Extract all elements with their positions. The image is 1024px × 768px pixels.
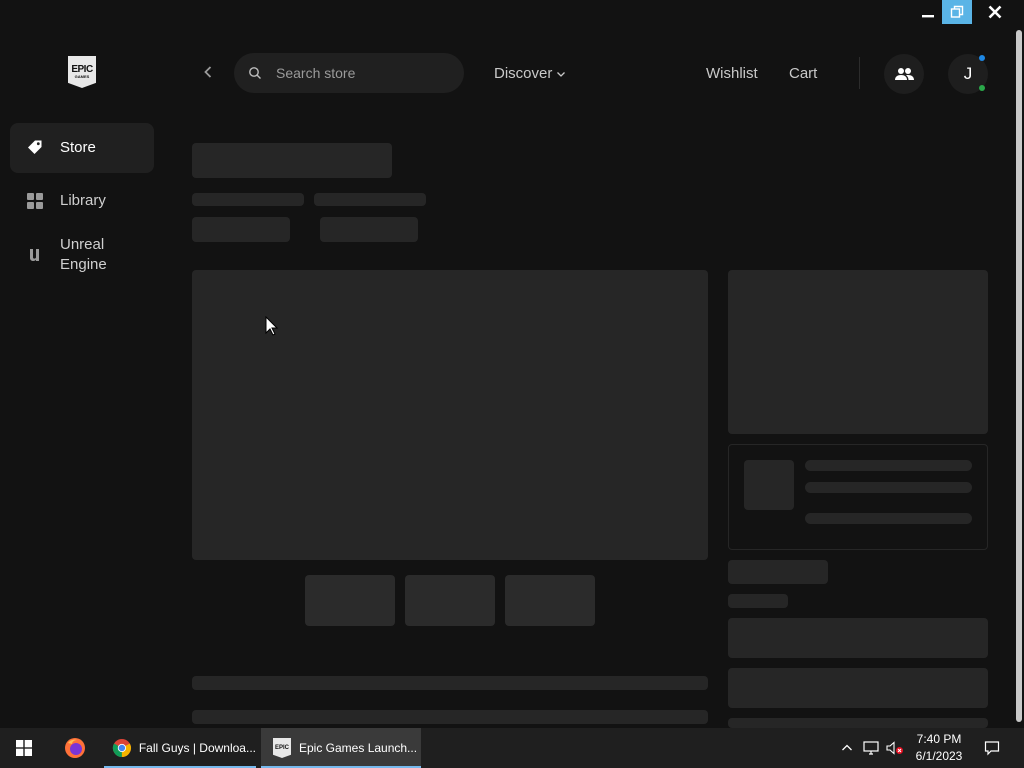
clock-time: 7:40 PM	[916, 732, 962, 746]
skeleton-thumbnail	[305, 575, 395, 626]
sidebar-item-label: Unreal Engine	[60, 236, 107, 273]
notification-dot	[979, 55, 985, 61]
skeleton-price	[728, 560, 828, 584]
logo-text-epic: EPIC	[71, 64, 93, 75]
skeleton-line	[728, 594, 788, 608]
taskbar-epic-games[interactable]: EPIC Epic Games Launch...	[261, 728, 421, 768]
skeleton-tag	[192, 217, 290, 242]
cart-link[interactable]: Cart	[789, 65, 817, 82]
grid-icon	[10, 193, 60, 209]
header-divider	[859, 57, 860, 89]
mouse-cursor-icon	[265, 316, 279, 336]
taskbar-app-label: Epic Games Launch...	[299, 741, 418, 755]
action-center-button[interactable]	[976, 728, 1008, 768]
sidebar-item-store[interactable]: Store	[10, 123, 154, 173]
sidebar-item-library[interactable]: Library	[10, 176, 154, 226]
friends-icon	[895, 68, 914, 80]
chrome-icon	[112, 738, 131, 758]
skeleton-button	[728, 668, 988, 708]
network-icon	[863, 741, 879, 755]
online-status-dot	[979, 85, 985, 91]
search-box[interactable]	[234, 53, 464, 93]
firefox-icon	[65, 738, 85, 758]
skeleton-line	[192, 193, 304, 206]
epic-games-icon: EPIC	[273, 738, 291, 758]
tag-icon	[10, 139, 60, 157]
volume-muted-icon	[886, 741, 903, 755]
taskbar-clock[interactable]: 7:40 PM 6/1/2023	[908, 731, 970, 765]
skeleton-button	[728, 718, 988, 728]
skeleton-hero-media	[192, 270, 708, 560]
minimize-button[interactable]	[914, 0, 942, 24]
taskbar-firefox[interactable]	[56, 728, 94, 768]
restore-icon	[950, 5, 964, 18]
skeleton-logo-card	[728, 270, 988, 434]
skeleton-line	[805, 513, 972, 524]
close-icon	[988, 5, 1002, 19]
scrollbar-thumb[interactable]	[1016, 30, 1022, 722]
skeleton-button	[728, 618, 988, 658]
search-icon	[249, 67, 261, 79]
network-tray-button[interactable]	[861, 728, 881, 768]
notification-icon	[984, 741, 1000, 756]
sidebar-item-label: Store	[60, 139, 96, 156]
skeleton-line	[805, 460, 972, 471]
friends-button[interactable]	[884, 54, 924, 94]
discover-dropdown[interactable]: Discover	[494, 65, 566, 82]
skeleton-title	[192, 143, 392, 178]
skeleton-thumbnail	[405, 575, 495, 626]
close-button[interactable]	[980, 0, 1010, 24]
volume-tray-button[interactable]	[884, 728, 906, 768]
back-button[interactable]	[200, 64, 216, 80]
chevron-left-icon	[204, 66, 212, 78]
start-button[interactable]	[0, 728, 48, 768]
skeleton-line	[805, 482, 972, 493]
taskbar-chrome[interactable]: Fall Guys | Downloa...	[104, 728, 256, 768]
skeleton-line	[314, 193, 426, 206]
taskbar-app-label: Fall Guys | Downloa...	[138, 741, 256, 755]
minimize-icon	[922, 15, 934, 18]
logo-text-games: GAMES	[74, 74, 90, 79]
unreal-icon	[10, 247, 60, 263]
chevron-down-icon	[557, 71, 566, 77]
skeleton-line	[192, 676, 708, 690]
chevron-up-icon	[842, 744, 852, 751]
sidebar-item-label: Library	[60, 192, 106, 209]
skeleton-thumbnail	[505, 575, 595, 626]
show-hidden-icons-button[interactable]	[838, 728, 856, 768]
skeleton-avatar	[744, 460, 794, 510]
discover-label: Discover	[494, 65, 553, 82]
restore-button[interactable]	[942, 0, 972, 24]
windows-icon	[16, 740, 32, 756]
skeleton-tag	[320, 217, 418, 242]
clock-date: 6/1/2023	[915, 749, 963, 763]
search-input[interactable]	[274, 64, 448, 82]
epic-games-logo[interactable]: EPIC GAMES	[68, 56, 96, 88]
skeleton-line	[192, 710, 708, 724]
sidebar-item-unreal-engine[interactable]: Unreal Engine	[10, 232, 154, 278]
wishlist-link[interactable]: Wishlist	[706, 65, 758, 82]
